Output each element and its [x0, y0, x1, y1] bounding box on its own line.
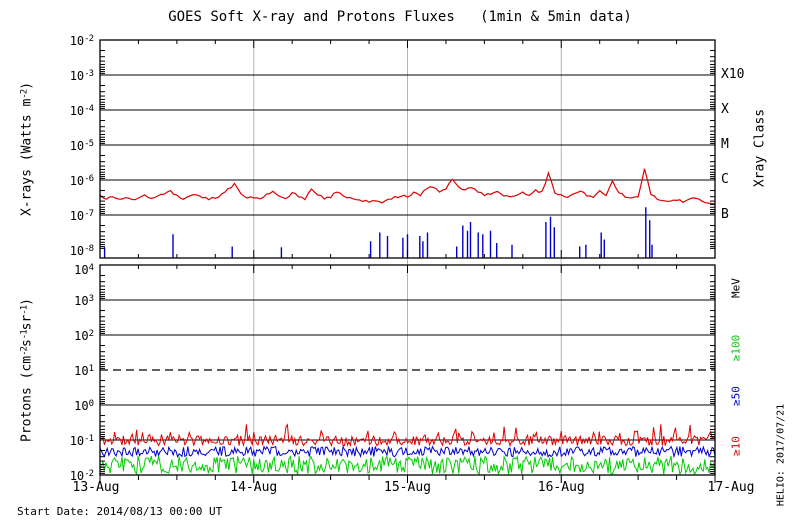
- proton-ytick-label: 100: [74, 399, 94, 413]
- xray-ytick-label: 10-5: [69, 139, 94, 153]
- proton-ytick-label: 103: [74, 294, 94, 308]
- x-tick-label: 14-Aug: [230, 480, 278, 495]
- proton-ytick-label: 10-1: [69, 434, 94, 448]
- proton-ytick-label: 101: [74, 364, 94, 378]
- xray-ytick-label: 10-6: [69, 174, 94, 188]
- plot-canvas: [99, 39, 716, 483]
- proton-series-label: ≥10: [729, 436, 743, 456]
- xray-class-label: C: [721, 172, 729, 187]
- x-tick-label: 15-Aug: [384, 480, 431, 495]
- xray-class-label: M: [721, 137, 729, 152]
- proton-series-label: ≥50: [729, 386, 743, 406]
- xray-ytick-label: 10-7: [69, 209, 94, 223]
- x-tick-label: 13-Aug: [72, 480, 120, 495]
- x-tick-label: 17-Aug: [707, 480, 755, 495]
- xray-ytick-label: 10-4: [69, 104, 94, 118]
- start-date-label: Start Date: 2014/08/13 00:00 UT: [17, 505, 223, 518]
- xray-ytick-label: 10-2: [69, 34, 94, 48]
- xray-class-label: X: [721, 102, 729, 117]
- proton-ytick-label: 104: [74, 263, 94, 277]
- helio-watermark: HELIO: 2017/07/21: [775, 403, 787, 507]
- x-tick-label: 16-Aug: [537, 480, 585, 495]
- xray-class-axis-title: Xray Class: [752, 108, 768, 188]
- proton-axis-title: Protons (cm-2s-1sr-1): [19, 298, 35, 442]
- proton-series-label: ≥100: [729, 334, 743, 362]
- xray-ytick-label: 10-3: [69, 69, 94, 83]
- goes-flux-plot: GOES Soft X-ray and Protons Fluxes (1min…: [0, 0, 800, 530]
- xray-axis-title: X-rays (Watts m-2): [19, 81, 35, 217]
- xray-ytick-label: 10-8: [69, 244, 94, 258]
- xray-class-label: X10: [721, 67, 745, 82]
- mev-axis-title: MeV: [729, 278, 743, 298]
- proton-ytick-label: 102: [74, 329, 94, 343]
- xray-class-label: B: [721, 207, 729, 222]
